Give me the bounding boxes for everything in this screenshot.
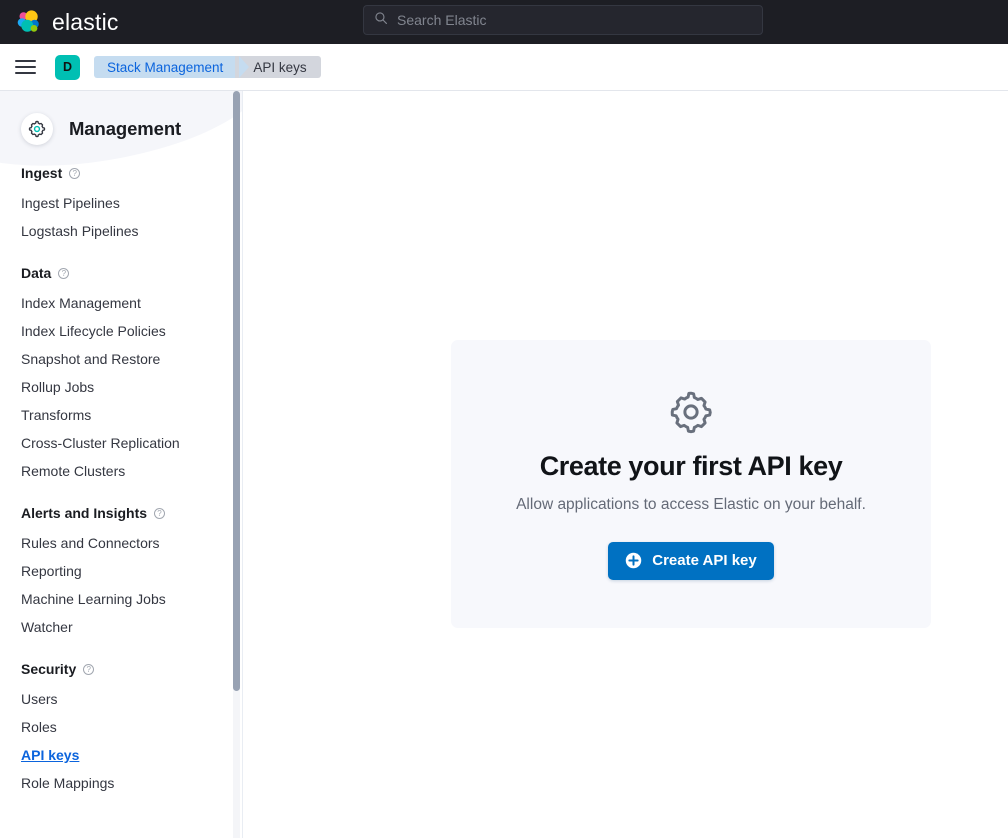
sidebar-item-transforms[interactable]: Transforms bbox=[0, 401, 242, 429]
gear-icon bbox=[668, 389, 714, 440]
nav-section-security: Security ? Users Roles API keys Role Map… bbox=[0, 661, 242, 797]
menu-bar-1 bbox=[15, 60, 36, 62]
section-title: Data bbox=[21, 265, 51, 281]
main-content: Create your first API key Allow applicat… bbox=[244, 91, 1008, 838]
sidebar-item-rules-and-connectors[interactable]: Rules and Connectors bbox=[0, 529, 242, 557]
brand[interactable]: elastic bbox=[14, 8, 119, 36]
elastic-logo-icon bbox=[14, 8, 42, 36]
section-header: Security ? bbox=[0, 661, 242, 677]
sidebar-item-snapshot-and-restore[interactable]: Snapshot and Restore bbox=[0, 345, 242, 373]
sidebar-item-index-lifecycle-policies[interactable]: Index Lifecycle Policies bbox=[0, 317, 242, 345]
avatar[interactable]: D bbox=[55, 55, 80, 80]
nav-section-data: Data ? Index Management Index Lifecycle … bbox=[0, 265, 242, 485]
menu-bar-3 bbox=[15, 72, 36, 74]
sidebar-item-watcher[interactable]: Watcher bbox=[0, 613, 242, 641]
section-header: Ingest ? bbox=[0, 165, 242, 181]
breadcrumb: Stack Management API keys bbox=[94, 56, 321, 78]
sidebar-item-users[interactable]: Users bbox=[0, 685, 242, 713]
sidebar-item-api-keys[interactable]: API keys bbox=[0, 741, 242, 769]
menu-bar-2 bbox=[15, 66, 36, 68]
create-api-key-button[interactable]: Create API key bbox=[608, 542, 774, 580]
sidebar-item-index-management[interactable]: Index Management bbox=[0, 289, 242, 317]
search-placeholder: Search Elastic bbox=[397, 12, 486, 28]
hamburger-menu-icon[interactable] bbox=[15, 56, 37, 78]
sidebar: Management Ingest ? Ingest Pipelines Log… bbox=[0, 91, 243, 838]
sidebar-item-remote-clusters[interactable]: Remote Clusters bbox=[0, 457, 242, 485]
gear-icon bbox=[21, 113, 53, 145]
plus-in-circle-icon bbox=[625, 552, 642, 569]
breadcrumb-bar: D Stack Management API keys bbox=[0, 44, 1008, 91]
question-mark-icon[interactable]: ? bbox=[154, 508, 165, 519]
brand-name: elastic bbox=[52, 9, 119, 36]
breadcrumb-item-stack-management[interactable]: Stack Management bbox=[94, 56, 239, 78]
search-input[interactable]: Search Elastic bbox=[363, 5, 763, 35]
nav-section-ingest: Ingest ? Ingest Pipelines Logstash Pipel… bbox=[0, 165, 242, 245]
sidebar-item-logstash-pipelines[interactable]: Logstash Pipelines bbox=[0, 217, 242, 245]
sidebar-item-role-mappings[interactable]: Role Mappings bbox=[0, 769, 242, 797]
section-title: Security bbox=[21, 661, 76, 677]
breadcrumb-label: API keys bbox=[253, 60, 306, 75]
sidebar-item-machine-learning-jobs[interactable]: Machine Learning Jobs bbox=[0, 585, 242, 613]
question-mark-icon[interactable]: ? bbox=[58, 268, 69, 279]
empty-state-title: Create your first API key bbox=[540, 451, 843, 482]
empty-state-panel: Create your first API key Allow applicat… bbox=[451, 340, 931, 628]
empty-state-description: Allow applications to access Elastic on … bbox=[516, 496, 866, 514]
page-title: Management bbox=[69, 118, 181, 140]
section-title: Alerts and Insights bbox=[21, 505, 147, 521]
nav-section-alerts-and-insights: Alerts and Insights ? Rules and Connecto… bbox=[0, 505, 242, 641]
sidebar-item-cross-cluster-replication[interactable]: Cross-Cluster Replication bbox=[0, 429, 242, 457]
question-mark-icon[interactable]: ? bbox=[69, 168, 80, 179]
global-header: elastic Search Elastic bbox=[0, 0, 1008, 44]
search-icon bbox=[374, 11, 388, 30]
sidebar-item-ingest-pipelines[interactable]: Ingest Pipelines bbox=[0, 189, 242, 217]
section-header: Data ? bbox=[0, 265, 242, 281]
create-api-key-label: Create API key bbox=[652, 552, 757, 569]
sidebar-item-rollup-jobs[interactable]: Rollup Jobs bbox=[0, 373, 242, 401]
section-header: Alerts and Insights ? bbox=[0, 505, 242, 521]
sidebar-header: Management bbox=[0, 91, 242, 145]
sidebar-item-reporting[interactable]: Reporting bbox=[0, 557, 242, 585]
breadcrumb-label: Stack Management bbox=[107, 60, 223, 75]
section-title: Ingest bbox=[21, 165, 62, 181]
sidebar-item-roles[interactable]: Roles bbox=[0, 713, 242, 741]
question-mark-icon[interactable]: ? bbox=[83, 664, 94, 675]
